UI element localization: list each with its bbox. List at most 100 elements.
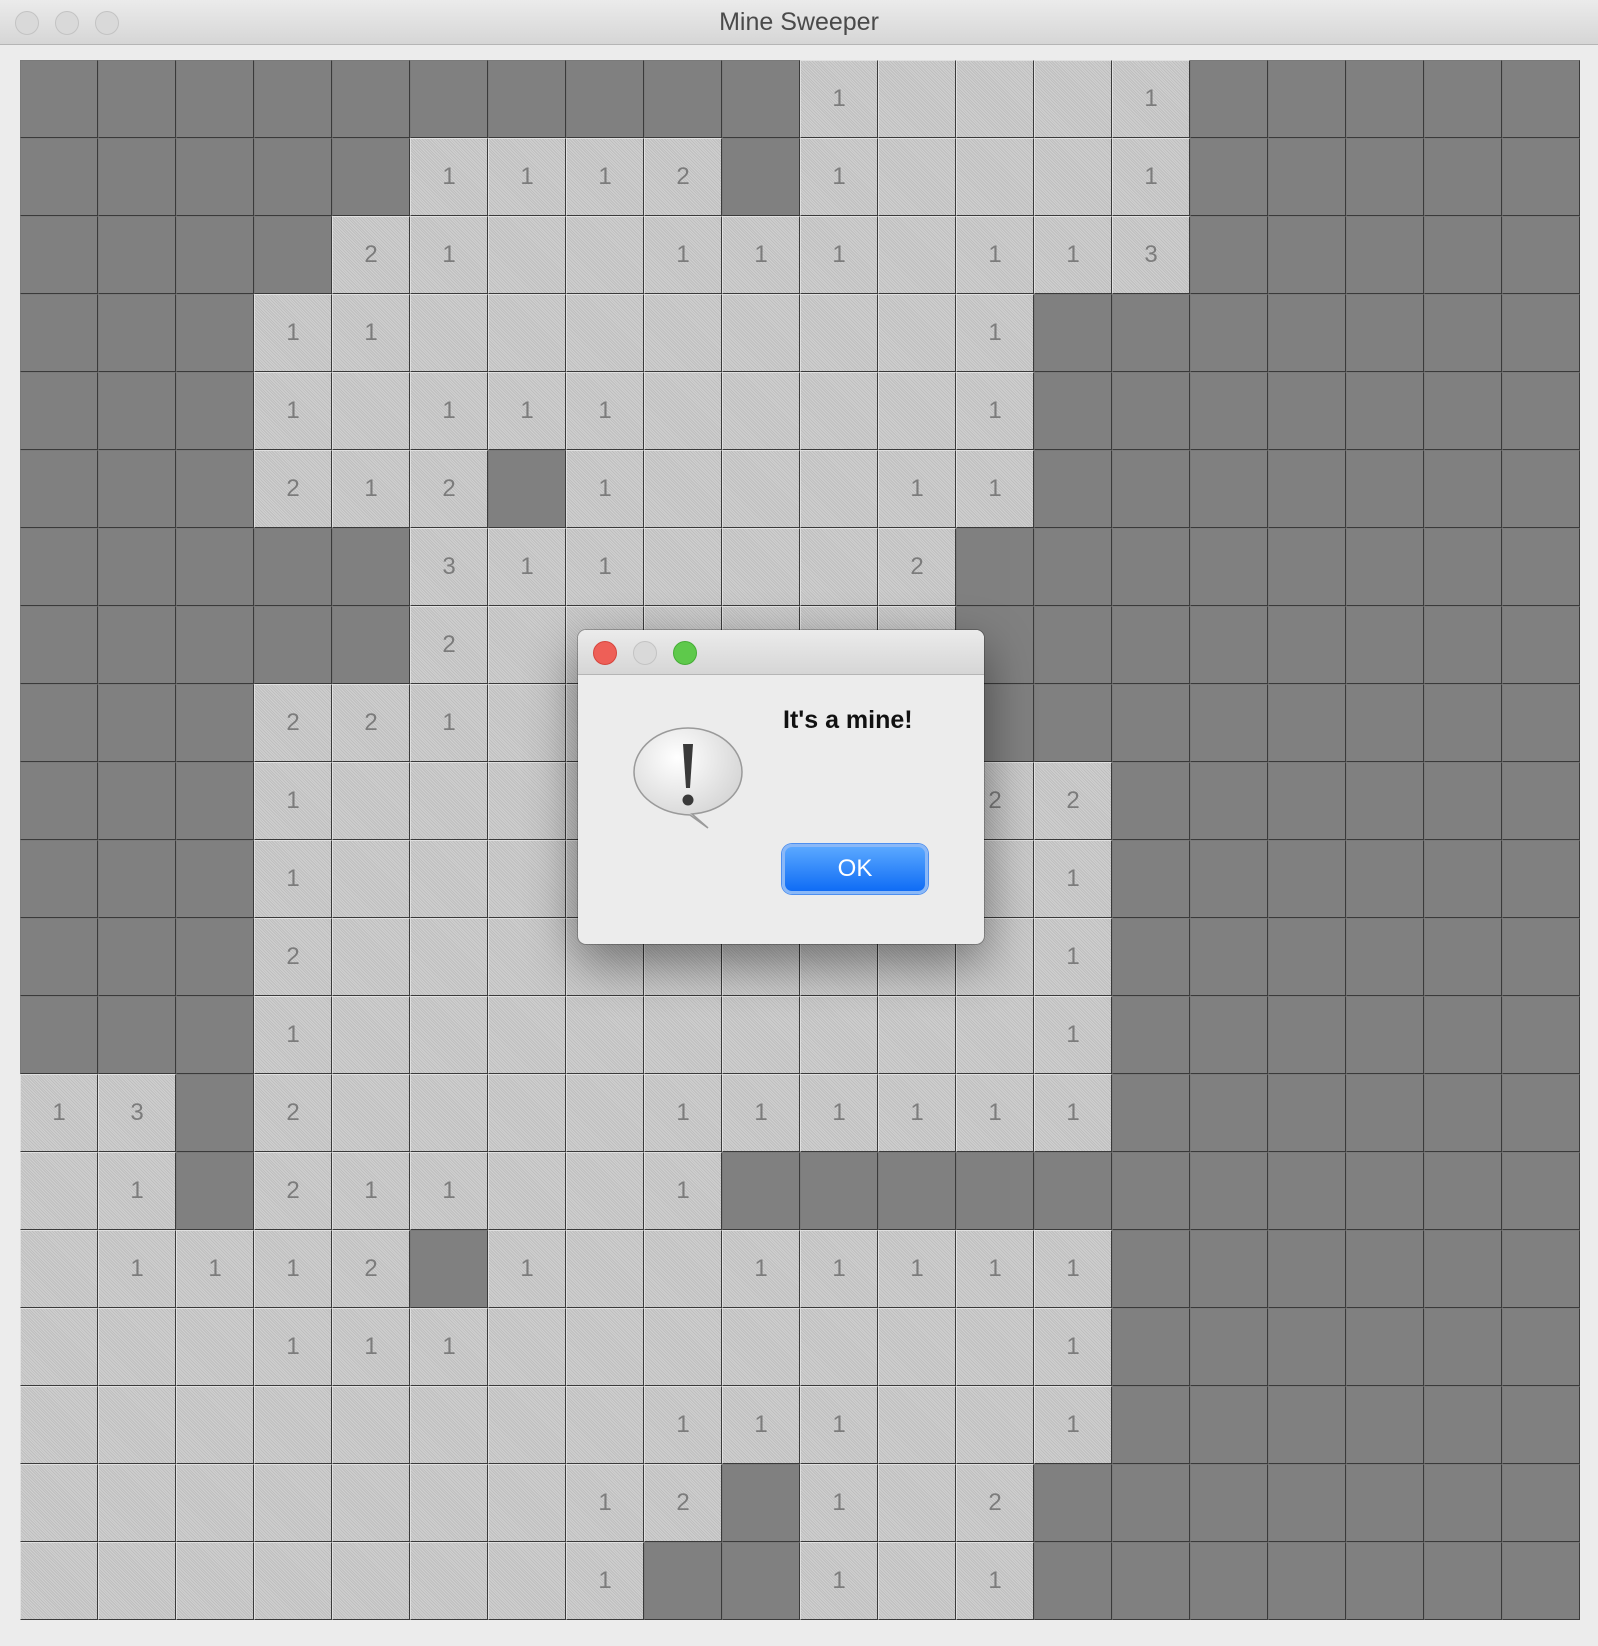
unrevealed-cell[interactable] [1268, 1542, 1346, 1620]
unrevealed-cell[interactable] [1424, 138, 1502, 216]
unrevealed-cell[interactable] [1112, 1074, 1190, 1152]
unrevealed-cell[interactable] [1190, 1074, 1268, 1152]
unrevealed-cell[interactable] [722, 138, 800, 216]
unrevealed-cell[interactable] [332, 606, 410, 684]
unrevealed-cell[interactable] [176, 372, 254, 450]
unrevealed-cell[interactable] [1112, 762, 1190, 840]
unrevealed-cell[interactable] [1502, 918, 1580, 996]
unrevealed-cell[interactable] [20, 294, 98, 372]
unrevealed-cell[interactable] [1502, 216, 1580, 294]
unrevealed-cell[interactable] [410, 1230, 488, 1308]
unrevealed-cell[interactable] [1112, 1386, 1190, 1464]
unrevealed-cell[interactable] [1502, 840, 1580, 918]
unrevealed-cell[interactable] [1346, 1230, 1424, 1308]
unrevealed-cell[interactable] [1268, 1230, 1346, 1308]
unrevealed-cell[interactable] [98, 762, 176, 840]
unrevealed-cell[interactable] [1112, 528, 1190, 606]
unrevealed-cell[interactable] [566, 60, 644, 138]
unrevealed-cell[interactable] [176, 840, 254, 918]
unrevealed-cell[interactable] [1190, 918, 1268, 996]
unrevealed-cell[interactable] [1190, 1152, 1268, 1230]
unrevealed-cell[interactable] [1502, 450, 1580, 528]
unrevealed-cell[interactable] [1346, 216, 1424, 294]
unrevealed-cell[interactable] [332, 528, 410, 606]
unrevealed-cell[interactable] [1034, 450, 1112, 528]
unrevealed-cell[interactable] [1346, 294, 1424, 372]
unrevealed-cell[interactable] [1424, 762, 1502, 840]
unrevealed-cell[interactable] [1346, 1464, 1424, 1542]
unrevealed-cell[interactable] [722, 1152, 800, 1230]
unrevealed-cell[interactable] [1424, 684, 1502, 762]
unrevealed-cell[interactable] [1502, 294, 1580, 372]
unrevealed-cell[interactable] [722, 1542, 800, 1620]
unrevealed-cell[interactable] [1346, 372, 1424, 450]
unrevealed-cell[interactable] [878, 1152, 956, 1230]
unrevealed-cell[interactable] [1502, 606, 1580, 684]
unrevealed-cell[interactable] [1424, 1308, 1502, 1386]
unrevealed-cell[interactable] [1346, 60, 1424, 138]
unrevealed-cell[interactable] [1268, 840, 1346, 918]
unrevealed-cell[interactable] [1112, 1308, 1190, 1386]
unrevealed-cell[interactable] [1424, 918, 1502, 996]
unrevealed-cell[interactable] [1424, 1230, 1502, 1308]
unrevealed-cell[interactable] [488, 450, 566, 528]
unrevealed-cell[interactable] [1268, 1464, 1346, 1542]
unrevealed-cell[interactable] [176, 996, 254, 1074]
unrevealed-cell[interactable] [176, 450, 254, 528]
unrevealed-cell[interactable] [20, 762, 98, 840]
unrevealed-cell[interactable] [1502, 528, 1580, 606]
unrevealed-cell[interactable] [1424, 1074, 1502, 1152]
unrevealed-cell[interactable] [98, 216, 176, 294]
unrevealed-cell[interactable] [1502, 762, 1580, 840]
unrevealed-cell[interactable] [1268, 762, 1346, 840]
unrevealed-cell[interactable] [1112, 1542, 1190, 1620]
unrevealed-cell[interactable] [1424, 372, 1502, 450]
unrevealed-cell[interactable] [98, 918, 176, 996]
unrevealed-cell[interactable] [1502, 138, 1580, 216]
unrevealed-cell[interactable] [1190, 294, 1268, 372]
unrevealed-cell[interactable] [1268, 684, 1346, 762]
unrevealed-cell[interactable] [1190, 762, 1268, 840]
unrevealed-cell[interactable] [1346, 1308, 1424, 1386]
unrevealed-cell[interactable] [722, 1464, 800, 1542]
unrevealed-cell[interactable] [1112, 1152, 1190, 1230]
unrevealed-cell[interactable] [1346, 684, 1424, 762]
unrevealed-cell[interactable] [1190, 528, 1268, 606]
unrevealed-cell[interactable] [1502, 684, 1580, 762]
unrevealed-cell[interactable] [1268, 1152, 1346, 1230]
unrevealed-cell[interactable] [644, 60, 722, 138]
unrevealed-cell[interactable] [20, 450, 98, 528]
unrevealed-cell[interactable] [1190, 840, 1268, 918]
unrevealed-cell[interactable] [1502, 1074, 1580, 1152]
unrevealed-cell[interactable] [176, 762, 254, 840]
unrevealed-cell[interactable] [1346, 1386, 1424, 1464]
unrevealed-cell[interactable] [644, 1542, 722, 1620]
unrevealed-cell[interactable] [1268, 294, 1346, 372]
unrevealed-cell[interactable] [98, 294, 176, 372]
unrevealed-cell[interactable] [1268, 996, 1346, 1074]
unrevealed-cell[interactable] [176, 138, 254, 216]
unrevealed-cell[interactable] [176, 684, 254, 762]
unrevealed-cell[interactable] [254, 216, 332, 294]
unrevealed-cell[interactable] [1346, 1542, 1424, 1620]
unrevealed-cell[interactable] [1268, 450, 1346, 528]
unrevealed-cell[interactable] [722, 60, 800, 138]
unrevealed-cell[interactable] [1424, 216, 1502, 294]
unrevealed-cell[interactable] [1190, 1230, 1268, 1308]
unrevealed-cell[interactable] [176, 294, 254, 372]
unrevealed-cell[interactable] [1424, 996, 1502, 1074]
unrevealed-cell[interactable] [1502, 1464, 1580, 1542]
unrevealed-cell[interactable] [1346, 840, 1424, 918]
unrevealed-cell[interactable] [1346, 1074, 1424, 1152]
unrevealed-cell[interactable] [1502, 60, 1580, 138]
unrevealed-cell[interactable] [1268, 1386, 1346, 1464]
unrevealed-cell[interactable] [254, 60, 332, 138]
unrevealed-cell[interactable] [1034, 684, 1112, 762]
unrevealed-cell[interactable] [176, 1074, 254, 1152]
unrevealed-cell[interactable] [1424, 1386, 1502, 1464]
unrevealed-cell[interactable] [1190, 1464, 1268, 1542]
unrevealed-cell[interactable] [1346, 1152, 1424, 1230]
unrevealed-cell[interactable] [1112, 684, 1190, 762]
unrevealed-cell[interactable] [1424, 294, 1502, 372]
unrevealed-cell[interactable] [98, 138, 176, 216]
